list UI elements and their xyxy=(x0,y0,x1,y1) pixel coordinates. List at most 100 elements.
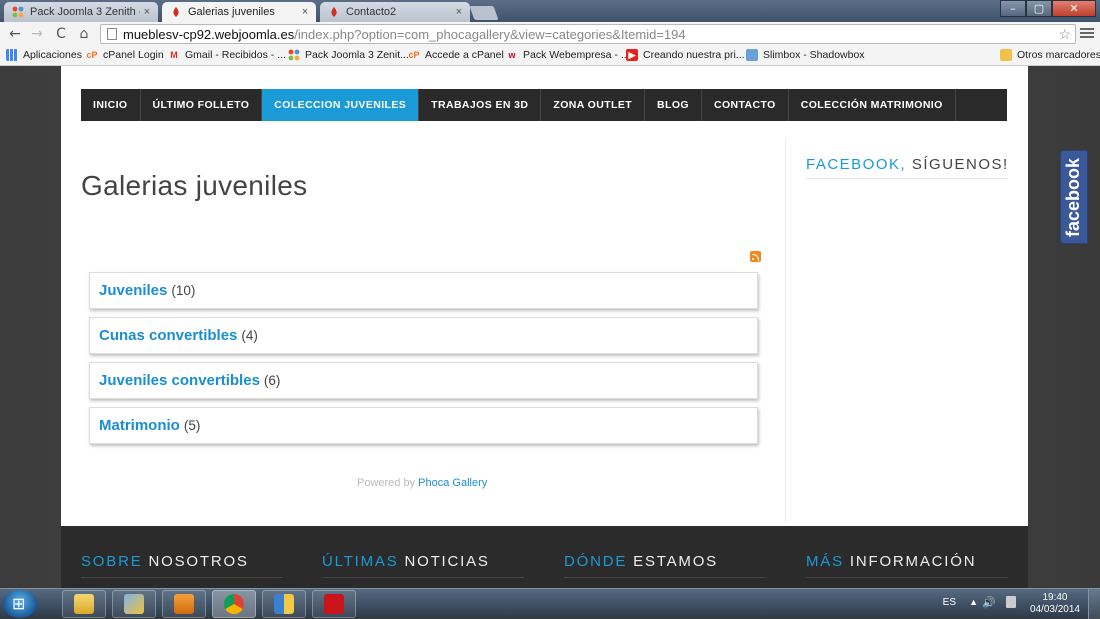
bookmark-star-icon[interactable]: ☆ xyxy=(1058,26,1071,43)
bookmark-label: Slimbox - Shadowbox xyxy=(763,49,865,61)
tray-expand-icon[interactable]: ▲ xyxy=(969,597,978,607)
chrome-menu-icon[interactable] xyxy=(1080,26,1094,40)
category-count: (10) xyxy=(171,283,196,298)
bookmark-aplicaciones[interactable]: Aplicaciones xyxy=(6,49,82,61)
sidebar-divider xyxy=(785,138,786,523)
language-indicator[interactable]: ES xyxy=(943,597,956,608)
home-button[interactable]: ⌂ xyxy=(75,25,93,43)
footer-heading-noticias: ÚLTIMAS NOTICIAS xyxy=(322,553,490,570)
clock[interactable]: 19:40 04/03/2014 xyxy=(1030,592,1080,616)
menu-item-contacto[interactable]: CONTACTO xyxy=(702,89,789,121)
bookmark-label: Aplicaciones xyxy=(23,49,82,61)
cpanel-icon: cP xyxy=(86,50,98,60)
bookmark-gmail[interactable]: M Gmail - Recibidos - ... xyxy=(168,49,286,61)
volume-icon[interactable]: 🔊 xyxy=(982,596,996,609)
category-link[interactable]: Juveniles xyxy=(99,282,167,299)
taskbar-media-player[interactable] xyxy=(162,590,206,618)
heading-accent: SOBRE xyxy=(81,553,143,570)
category-link[interactable]: Cunas convertibles xyxy=(99,327,237,344)
taskbar-shield[interactable] xyxy=(262,590,306,618)
url-host: mueblesv-cp92.webjoomla.es xyxy=(123,26,295,42)
taskbar-chrome[interactable] xyxy=(212,590,256,618)
menu-item-ultimo-folleto[interactable]: ÚLTIMO FOLLETO xyxy=(141,89,263,121)
facebook-side-tab[interactable]: facebook xyxy=(1060,150,1088,244)
minimize-button[interactable]: – xyxy=(1000,0,1026,17)
heading-accent: ÚLTIMAS xyxy=(322,553,399,570)
page-title: Galerias juveniles xyxy=(81,170,308,201)
apps-grid-icon xyxy=(6,49,18,61)
tab-pack-joomla[interactable]: Pack Joomla 3 Zenith - Ad × xyxy=(4,2,158,22)
bookmark-slimbox[interactable]: Slimbox - Shadowbox xyxy=(746,49,865,61)
footer-rule xyxy=(806,577,1008,578)
webempresa-icon: w xyxy=(508,50,516,60)
bookmark-otros[interactable]: Otros marcadores xyxy=(1000,49,1100,61)
gmail-icon: M xyxy=(170,50,178,60)
forward-button[interactable]: → xyxy=(28,25,46,43)
tab-close-icon[interactable]: × xyxy=(452,6,466,18)
back-button[interactable]: ← xyxy=(6,25,24,43)
reload-button[interactable]: C xyxy=(52,25,70,43)
bookmark-creando[interactable]: ▶ Creando nuestra pri... xyxy=(626,49,745,61)
bookmark-cpanel-login[interactable]: cP cPanel Login xyxy=(86,49,163,61)
maximize-button[interactable]: ▢ xyxy=(1026,0,1052,17)
menu-item-coleccion-matrimonio[interactable]: COLECCIÓN MATRIMONIO xyxy=(789,89,956,121)
tab-close-icon[interactable]: × xyxy=(140,6,154,18)
address-bar[interactable]: mueblesv-cp92.webjoomla.es/index.php?opt… xyxy=(100,24,1076,44)
bookmarks-bar: Aplicaciones cP cPanel Login M Gmail - R… xyxy=(0,46,1100,66)
media-player-icon xyxy=(174,594,194,614)
category-juveniles-convertibles[interactable]: Juveniles convertibles (6) xyxy=(89,362,758,399)
taskbar-paint[interactable] xyxy=(112,590,156,618)
heading-accent: MÁS xyxy=(806,553,844,570)
category-link[interactable]: Matrimonio xyxy=(99,417,180,434)
taskbar-explorer[interactable] xyxy=(62,590,106,618)
menu-item-zona-outlet[interactable]: ZONA OUTLET xyxy=(541,89,646,121)
show-desktop-button[interactable] xyxy=(1088,589,1100,619)
bookmark-pack-joomla[interactable]: Pack Joomla 3 Zenit... xyxy=(288,49,409,61)
category-cunas-convertibles[interactable]: Cunas convertibles (4) xyxy=(89,317,758,354)
tab-contacto2[interactable]: Contacto2 × xyxy=(320,2,470,22)
menu-item-blog[interactable]: BLOG xyxy=(645,89,702,121)
menu-item-trabajos-3d[interactable]: TRABAJOS EN 3D xyxy=(419,89,542,121)
bookmark-label: Gmail - Recibidos - ... xyxy=(185,49,286,61)
taskbar-acrobat[interactable] xyxy=(312,590,356,618)
bookmark-accede-cpanel[interactable]: cP Accede a cPanel xyxy=(408,49,503,61)
tab-close-icon[interactable]: × xyxy=(298,6,312,18)
category-count: (5) xyxy=(183,418,201,433)
title-accent: FACEBOOK, xyxy=(806,156,907,173)
youtube-icon: ▶ xyxy=(626,49,638,61)
bookmark-webempresa[interactable]: w Pack Webempresa - ... xyxy=(506,49,630,61)
category-juveniles[interactable]: Juveniles (10) xyxy=(89,272,758,309)
menu-item-coleccion-juveniles[interactable]: COLECCION JUVENILES xyxy=(262,89,420,121)
page-favicon-icon xyxy=(170,6,182,18)
bookmark-label: Pack Webempresa - ... xyxy=(523,49,630,61)
browser-titlebar: Pack Joomla 3 Zenith - Ad × Galerias juv… xyxy=(0,0,1100,22)
category-matrimonio[interactable]: Matrimonio (5) xyxy=(89,407,758,444)
powered-prefix: Powered by xyxy=(357,477,416,489)
tab-galerias-juveniles[interactable]: Galerias juveniles × xyxy=(162,2,316,22)
cpanel-icon: cP xyxy=(408,50,420,60)
folder-icon xyxy=(1000,49,1012,61)
bookmark-label: Creando nuestra pri... xyxy=(643,49,745,61)
powered-by: Powered by Phoca Gallery xyxy=(357,477,487,489)
category-link[interactable]: Juveniles convertibles xyxy=(99,372,260,389)
tab-label: Contacto2 xyxy=(346,6,397,18)
bookmark-label: Pack Joomla 3 Zenit... xyxy=(305,49,409,61)
tab-label: Pack Joomla 3 Zenith - Ad xyxy=(30,6,140,18)
footer-rule xyxy=(81,577,283,578)
rss-feed-icon[interactable] xyxy=(750,251,761,262)
close-window-button[interactable]: ✕ xyxy=(1052,0,1096,17)
menu-item-inicio[interactable]: INICIO xyxy=(81,89,141,121)
new-tab-button[interactable] xyxy=(469,6,499,20)
heading-rest: INFORMACIÓN xyxy=(849,553,977,570)
phoca-gallery-link[interactable]: Phoca Gallery xyxy=(418,477,487,489)
bookmark-label: Otros marcadores xyxy=(1017,49,1100,61)
footer-rule xyxy=(322,577,524,578)
heading-rest: NOSOTROS xyxy=(148,553,249,570)
network-icon[interactable] xyxy=(1006,596,1016,608)
footer-heading-donde: DÓNDE ESTAMOS xyxy=(564,553,718,570)
chrome-icon xyxy=(224,594,244,614)
category-count: (6) xyxy=(263,373,281,388)
clock-time: 19:40 xyxy=(1042,592,1068,603)
heading-accent: DÓNDE xyxy=(564,553,628,570)
start-button[interactable] xyxy=(3,590,37,618)
